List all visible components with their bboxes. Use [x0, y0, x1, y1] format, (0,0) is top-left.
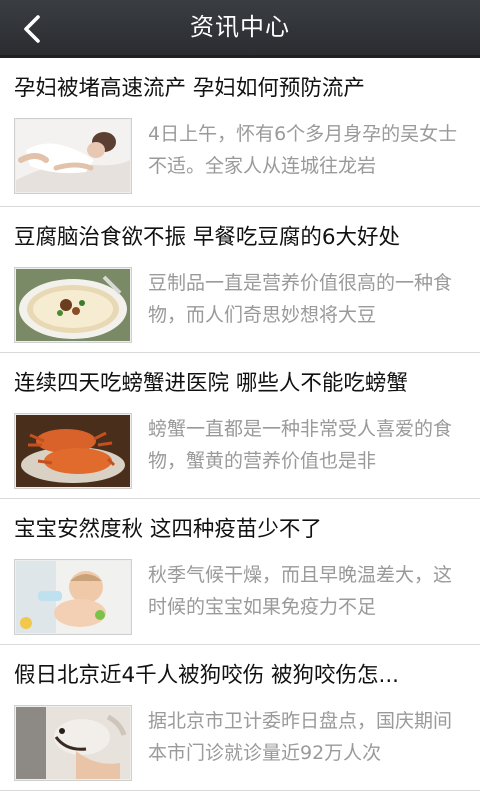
tofu-pudding-image — [16, 269, 130, 341]
news-thumbnail[interactable] — [14, 559, 132, 635]
news-summary: 秋季气候干燥，而且早晚温差大，这时候的宝宝如果免疫力不足 — [148, 564, 453, 618]
news-summary: 螃蟹一直都是一种非常受人喜爱的食物，蟹黄的营养价值也是非 — [148, 418, 453, 472]
news-list: 孕妇被堵高速流产 孕妇如何预防流产 4日上午，怀有6个多月身孕的吴女士不适。全家… — [0, 58, 480, 791]
news-item[interactable]: 宝宝安然度秋 这四种疫苗少不了 秋季气候干燥，而且早晚温差大，这时候的宝宝如果免… — [0, 499, 480, 645]
news-summary: 4日上午，怀有6个多月身孕的吴女士不适。全家人从连城往龙岩 — [148, 123, 458, 177]
crabs-image — [16, 415, 130, 487]
news-item[interactable]: 连续四天吃螃蟹进医院 哪些人不能吃螃蟹 螃蟹一直都是一种非常受人喜爱的食物，蟹黄… — [0, 353, 480, 499]
pregnant-woman-image — [16, 120, 130, 192]
news-thumbnail[interactable] — [14, 118, 132, 194]
news-headline[interactable]: 孕妇被堵高速流产 孕妇如何预防流产 — [14, 72, 466, 106]
news-headline[interactable]: 豆腐脑治食欲不振 早餐吃豆腐的6大好处 — [14, 221, 466, 255]
news-summary: 豆制品一直是营养价值很高的一种食物，而人们奇思妙想将大豆 — [148, 272, 453, 326]
dog-bite-image — [16, 707, 130, 779]
news-item[interactable]: 孕妇被堵高速流产 孕妇如何预防流产 4日上午，怀有6个多月身孕的吴女士不适。全家… — [0, 58, 480, 207]
news-thumbnail[interactable] — [14, 705, 132, 781]
news-thumbnail[interactable] — [14, 413, 132, 489]
news-item[interactable]: 假日北京近4千人被狗咬伤 被狗咬伤怎... 据北京市卫计委昨日盘点，国庆期间本市… — [0, 645, 480, 791]
news-thumbnail[interactable] — [14, 267, 132, 343]
news-headline[interactable]: 宝宝安然度秋 这四种疫苗少不了 — [14, 513, 466, 547]
top-bar: 资讯中心 — [0, 0, 480, 58]
news-headline[interactable]: 连续四天吃螃蟹进医院 哪些人不能吃螃蟹 — [14, 367, 466, 401]
news-summary: 据北京市卫计委昨日盘点，国庆期间本市门诊就诊量近92万人次 — [148, 710, 453, 764]
page-title: 资讯中心 — [190, 13, 290, 41]
news-headline[interactable]: 假日北京近4千人被狗咬伤 被狗咬伤怎... — [14, 659, 466, 693]
news-item[interactable]: 豆腐脑治食欲不振 早餐吃豆腐的6大好处 豆制品一直是营养价值很高的一种食物，而人… — [0, 207, 480, 353]
baby-image — [16, 561, 130, 633]
